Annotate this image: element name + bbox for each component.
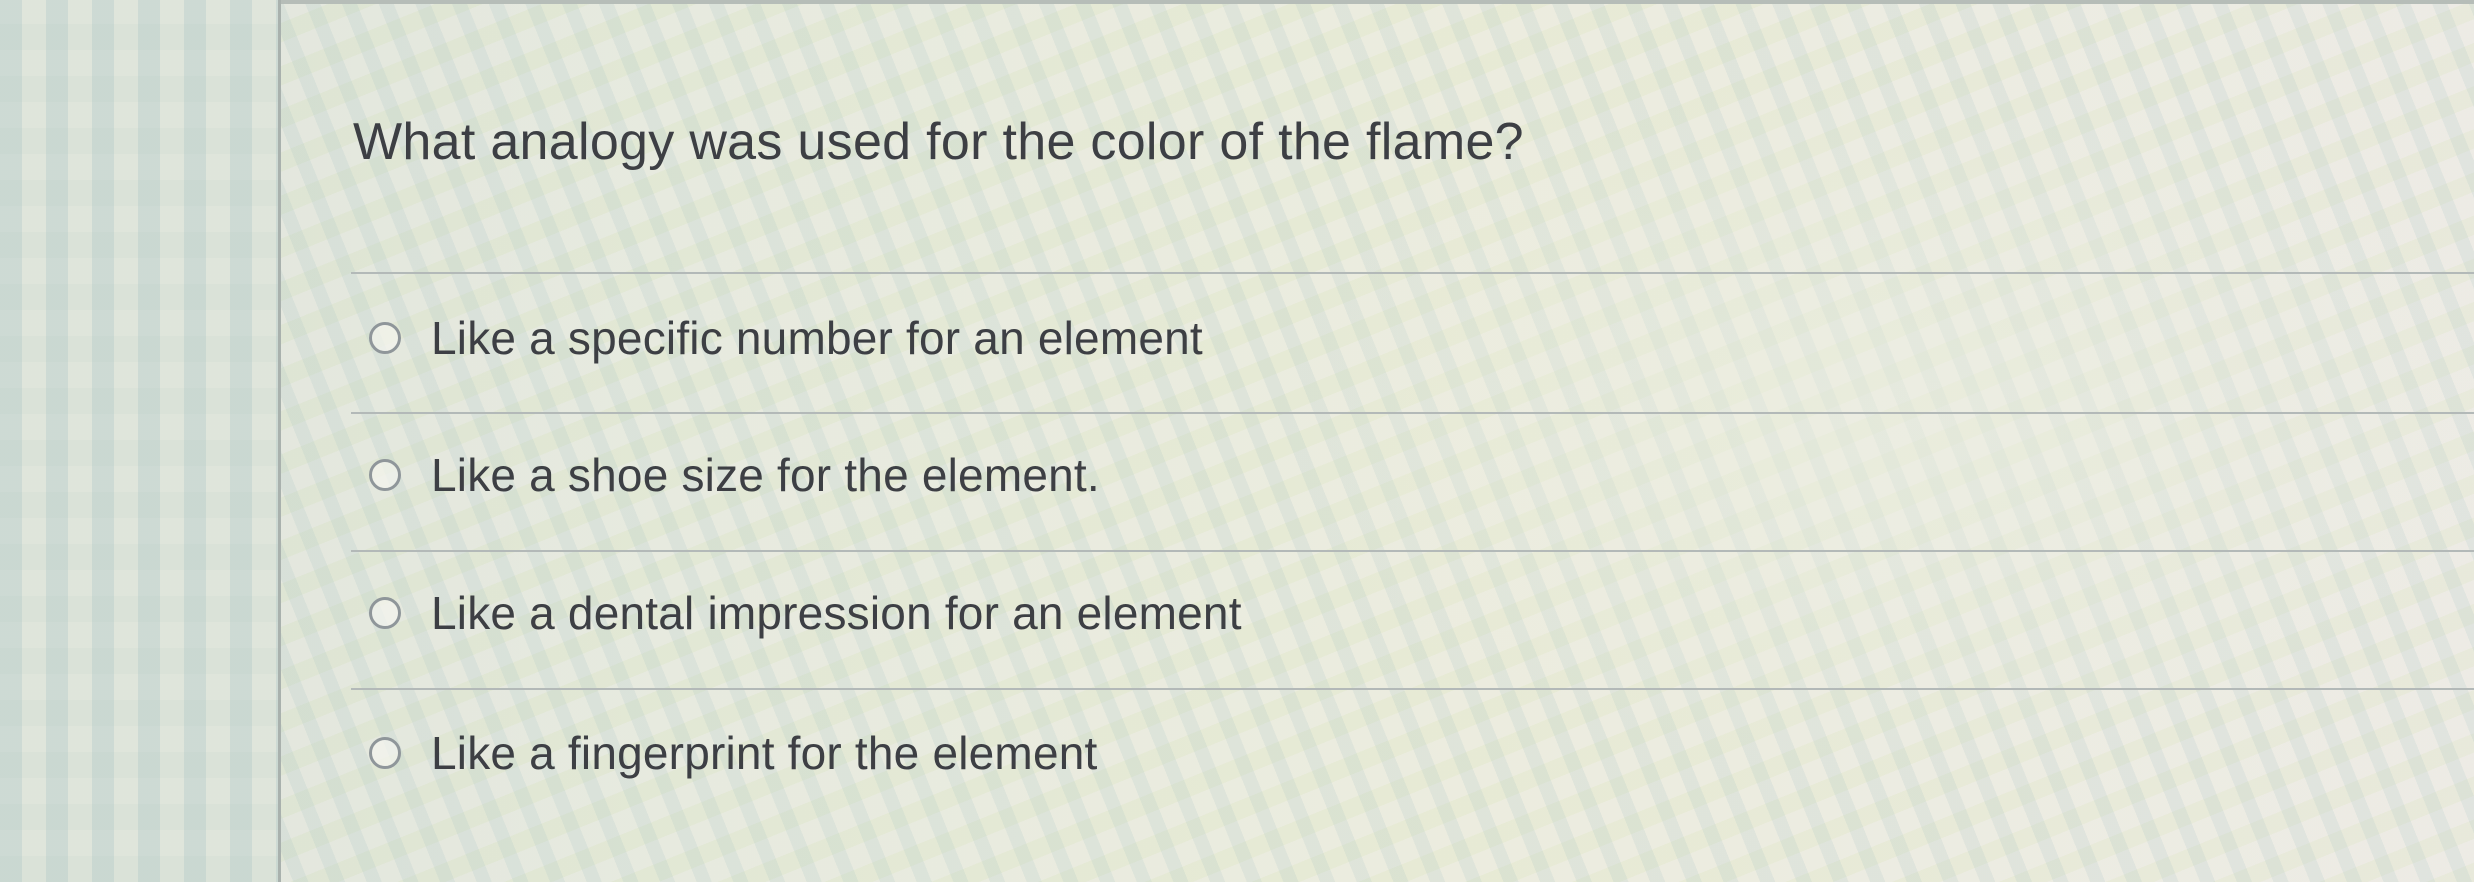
radio-button-icon[interactable] [369, 459, 401, 491]
divider [351, 412, 2474, 414]
answer-option-label: Like a shoe size for the element. [431, 449, 1100, 501]
divider [351, 272, 2474, 274]
answer-option-4[interactable]: Like a fingerprint for the element [369, 718, 1098, 788]
question-text: What analogy was used for the color of t… [353, 113, 1524, 171]
answer-option-label: Like a specific number for an element [431, 312, 1203, 364]
answer-option-1[interactable]: Like a specific number for an element [369, 303, 1203, 373]
divider [351, 688, 2474, 690]
divider [351, 550, 2474, 552]
left-margin-background [0, 0, 280, 882]
radio-button-icon[interactable] [369, 597, 401, 629]
answer-option-label: Like a dental impression for an element [431, 587, 1242, 639]
answer-option-label: Like a fingerprint for the element [431, 727, 1098, 779]
radio-button-icon[interactable] [369, 737, 401, 769]
radio-button-icon[interactable] [369, 322, 401, 354]
answer-option-2[interactable]: Like a shoe size for the element. [369, 440, 1100, 510]
question-panel: What analogy was used for the color of t… [281, 0, 2474, 882]
answer-option-3[interactable]: Like a dental impression for an element [369, 578, 1242, 648]
